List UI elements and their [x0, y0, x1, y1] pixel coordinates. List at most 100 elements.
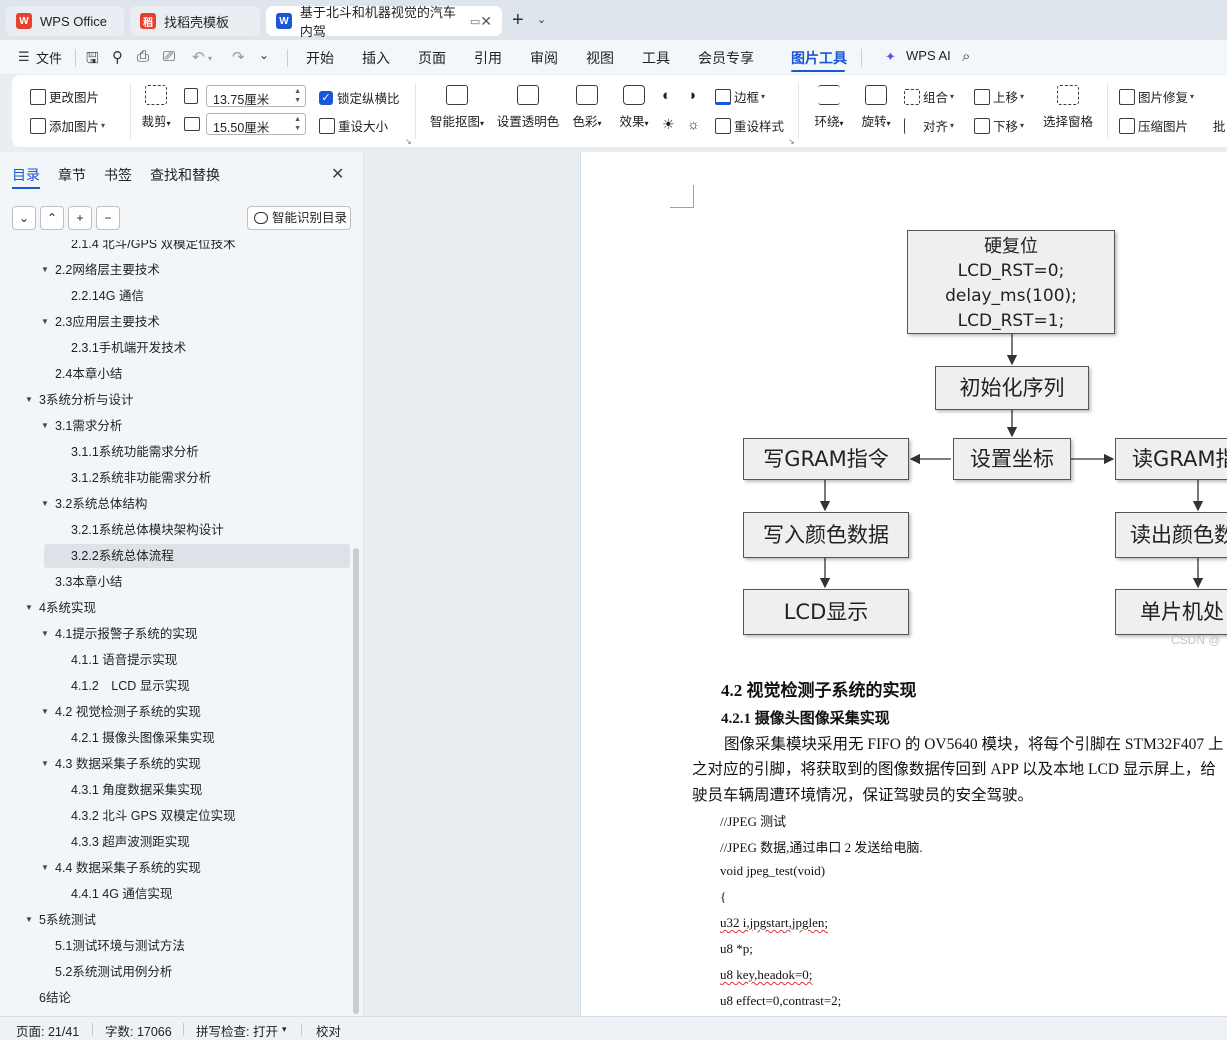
share-icon[interactable]: ⚲	[112, 48, 123, 66]
toc-item[interactable]: ▼ 3.2系统总体结构	[0, 491, 356, 517]
rotate-button[interactable]: 旋转▾	[855, 85, 897, 130]
brightness-up-icon[interactable]: ☀	[662, 116, 675, 133]
hamburger-icon[interactable]: ☰	[18, 49, 30, 65]
toc-item[interactable]: 3.1.1系统功能需求分析	[0, 439, 356, 465]
menu-start[interactable]: 开始	[306, 48, 334, 68]
toc-item[interactable]: ▼ 4.2 视觉检测子系统的实现	[0, 699, 356, 725]
chevron-down-icon[interactable]: ▾	[282, 1024, 287, 1035]
menu-page[interactable]: 页面	[418, 48, 446, 68]
border-button[interactable]: 边框 ▾	[715, 87, 765, 106]
expand-triangle-icon[interactable]: ▼	[41, 699, 49, 725]
smart-cutout-button[interactable]: 智能抠图▾	[425, 85, 489, 130]
flowchart-image[interactable]: 硬复位 LCD_RST=0; delay_ms(100); LCD_RST=1;…	[581, 152, 1227, 652]
menu-view[interactable]: 视图	[586, 48, 614, 68]
toc-item[interactable]: ▼ 4系统实现	[0, 595, 356, 621]
toc-item[interactable]: 4.4.1 4G 通信实现	[0, 881, 356, 907]
change-image-button[interactable]: 更改图片	[30, 87, 99, 106]
tab-chapters[interactable]: 章节	[58, 165, 86, 185]
reset-size-button[interactable]: 重设大小	[319, 116, 388, 135]
spell-check-toggle[interactable]: 拼写检查: 打开	[196, 1021, 278, 1040]
expand-triangle-icon[interactable]: ▼	[41, 257, 49, 283]
expand-triangle-icon[interactable]: ▼	[41, 751, 49, 777]
expand-triangle-icon[interactable]: ▼	[25, 387, 33, 413]
reset-style-button[interactable]: 重设样式	[715, 116, 784, 135]
menu-file[interactable]: 文件	[36, 48, 62, 67]
expand-triangle-icon[interactable]: ▼	[41, 413, 49, 439]
expand-triangle-icon[interactable]: ▼	[25, 595, 33, 621]
group-button[interactable]: 组合 ▾	[904, 87, 954, 106]
expand-triangle-icon[interactable]: ▼	[41, 621, 49, 647]
toc-item[interactable]: 2.4本章小结	[0, 361, 356, 387]
selection-pane-button[interactable]: 选择窗格	[1040, 85, 1096, 130]
close-tab-icon[interactable]: ✕	[480, 13, 492, 30]
menu-insert[interactable]: 插入	[362, 48, 390, 68]
save-icon[interactable]: 🖫	[86, 48, 99, 73]
expand-triangle-icon[interactable]: ▼	[41, 309, 49, 335]
spinner-arrows-icon[interactable]: ▲ ▼	[294, 115, 301, 133]
menu-review[interactable]: 审阅	[530, 48, 558, 68]
toc-item[interactable]: ▼ 4.1提示报警子系统的实现	[0, 621, 356, 647]
toc-item[interactable]: 2.1.4 北斗/GPS 双模定位技术	[0, 240, 356, 257]
set-transparent-button[interactable]: 设置透明色	[496, 85, 560, 130]
tab-toc[interactable]: 目录	[12, 165, 40, 185]
more-chevron-icon[interactable]: ⌄	[259, 48, 269, 62]
word-count[interactable]: 字数: 17066	[105, 1021, 172, 1040]
toc-item[interactable]: 5.1测试环境与测试方法	[0, 933, 356, 959]
add-image-button[interactable]: 添加图片 ▾	[30, 116, 105, 135]
new-tab-icon[interactable]: +	[512, 9, 524, 32]
toc-item[interactable]: 4.3.2 北斗 GPS 双模定位实现	[0, 803, 356, 829]
wrap-button[interactable]: 环绕▾	[808, 85, 850, 130]
toc-item[interactable]: 3.2.1系统总体模块架构设计	[0, 517, 356, 543]
toc-item[interactable]: 4.1.2 LCD 显示实现	[0, 673, 356, 699]
effects-button[interactable]: 效果▾	[613, 85, 655, 130]
toc-scrollbar[interactable]	[353, 548, 359, 1014]
expand-triangle-icon[interactable]: ▼	[41, 855, 49, 881]
document-page[interactable]: 硬复位 LCD_RST=0; delay_ms(100); LCD_RST=1;…	[580, 152, 1227, 1016]
print-preview-icon[interactable]: ⎚	[163, 48, 175, 65]
compress-image-button[interactable]: 压缩图片	[1119, 116, 1188, 135]
page-count[interactable]: 页面: 21/41	[16, 1021, 79, 1040]
wps-ai-icon[interactable]: ✦	[885, 49, 896, 65]
toc-item[interactable]: 2.2.14G 通信	[0, 283, 356, 309]
toc-item[interactable]: ▼ 4.4 数据采集子系统的实现	[0, 855, 356, 881]
monitor-icon[interactable]: ▭	[470, 15, 480, 28]
close-pane-icon[interactable]: ✕	[331, 164, 344, 184]
toc-item[interactable]: 3.3本章小结	[0, 569, 356, 595]
toc-item[interactable]: ▼ 3系统分析与设计	[0, 387, 356, 413]
toc-item[interactable]: ▼ 2.2网络层主要技术	[0, 257, 356, 283]
print-icon[interactable]: ⎙	[137, 48, 149, 65]
toc-item[interactable]: 4.3.3 超声波测距实现	[0, 829, 356, 855]
smart-toc-button[interactable]: 智能识别目录	[247, 206, 351, 230]
align-button[interactable]: 对齐 ▾	[904, 116, 954, 135]
contrast-down-icon[interactable]: ◑	[687, 87, 696, 104]
menu-picture-tools[interactable]: 图片工具	[791, 48, 847, 68]
contrast-up-icon[interactable]: ◐	[662, 87, 671, 104]
tab-document[interactable]: W 基于北斗和机器视觉的汽车内驾 ▭ ✕	[266, 5, 502, 39]
height-input[interactable]: 15.50厘米 ▲ ▼	[206, 113, 306, 135]
proofread-button[interactable]: 校对	[316, 1021, 341, 1040]
toc-item[interactable]: 4.2.1 摄像头图像采集实现	[0, 725, 356, 751]
menu-wps-ai[interactable]: WPS AI	[906, 48, 951, 63]
toc-item[interactable]: ▼ 3.1需求分析	[0, 413, 356, 439]
toc-item[interactable]: 4.3.1 角度数据采集实现	[0, 777, 356, 803]
toc-item[interactable]: 3.2.2系统总体流程	[0, 543, 356, 569]
tab-find-replace[interactable]: 查找和替换	[150, 165, 220, 185]
menu-reference[interactable]: 引用	[474, 48, 502, 68]
tab-template[interactable]: 稻 找稻壳模板	[130, 6, 260, 36]
menu-member[interactable]: 会员专享	[698, 48, 754, 68]
crop-button[interactable]: 裁剪▾	[136, 85, 176, 130]
toc-item[interactable]: ▼ 5系统测试	[0, 907, 356, 933]
undo-icon[interactable]: ↶	[192, 48, 205, 66]
send-backward-button[interactable]: 下移 ▾	[974, 116, 1024, 135]
brightness-down-icon[interactable]: ☼	[687, 116, 700, 132]
spinner-arrows-icon[interactable]: ▲ ▼	[294, 87, 301, 105]
toc-item[interactable]: 4.1.1 语音提示实现	[0, 647, 356, 673]
toc-item[interactable]: 2.3.1手机端开发技术	[0, 335, 356, 361]
collapse-down-button[interactable]: ⌄	[12, 206, 36, 230]
dialog-launcher-icon[interactable]: ↘	[788, 137, 795, 146]
add-heading-button[interactable]: +	[68, 206, 92, 230]
toc-item[interactable]: ▼ 4.3 数据采集子系统的实现	[0, 751, 356, 777]
chevron-down-icon[interactable]: ⌄	[537, 13, 546, 26]
search-icon[interactable]: ⌕	[962, 48, 970, 65]
batch-button[interactable]: 批	[1213, 116, 1226, 135]
